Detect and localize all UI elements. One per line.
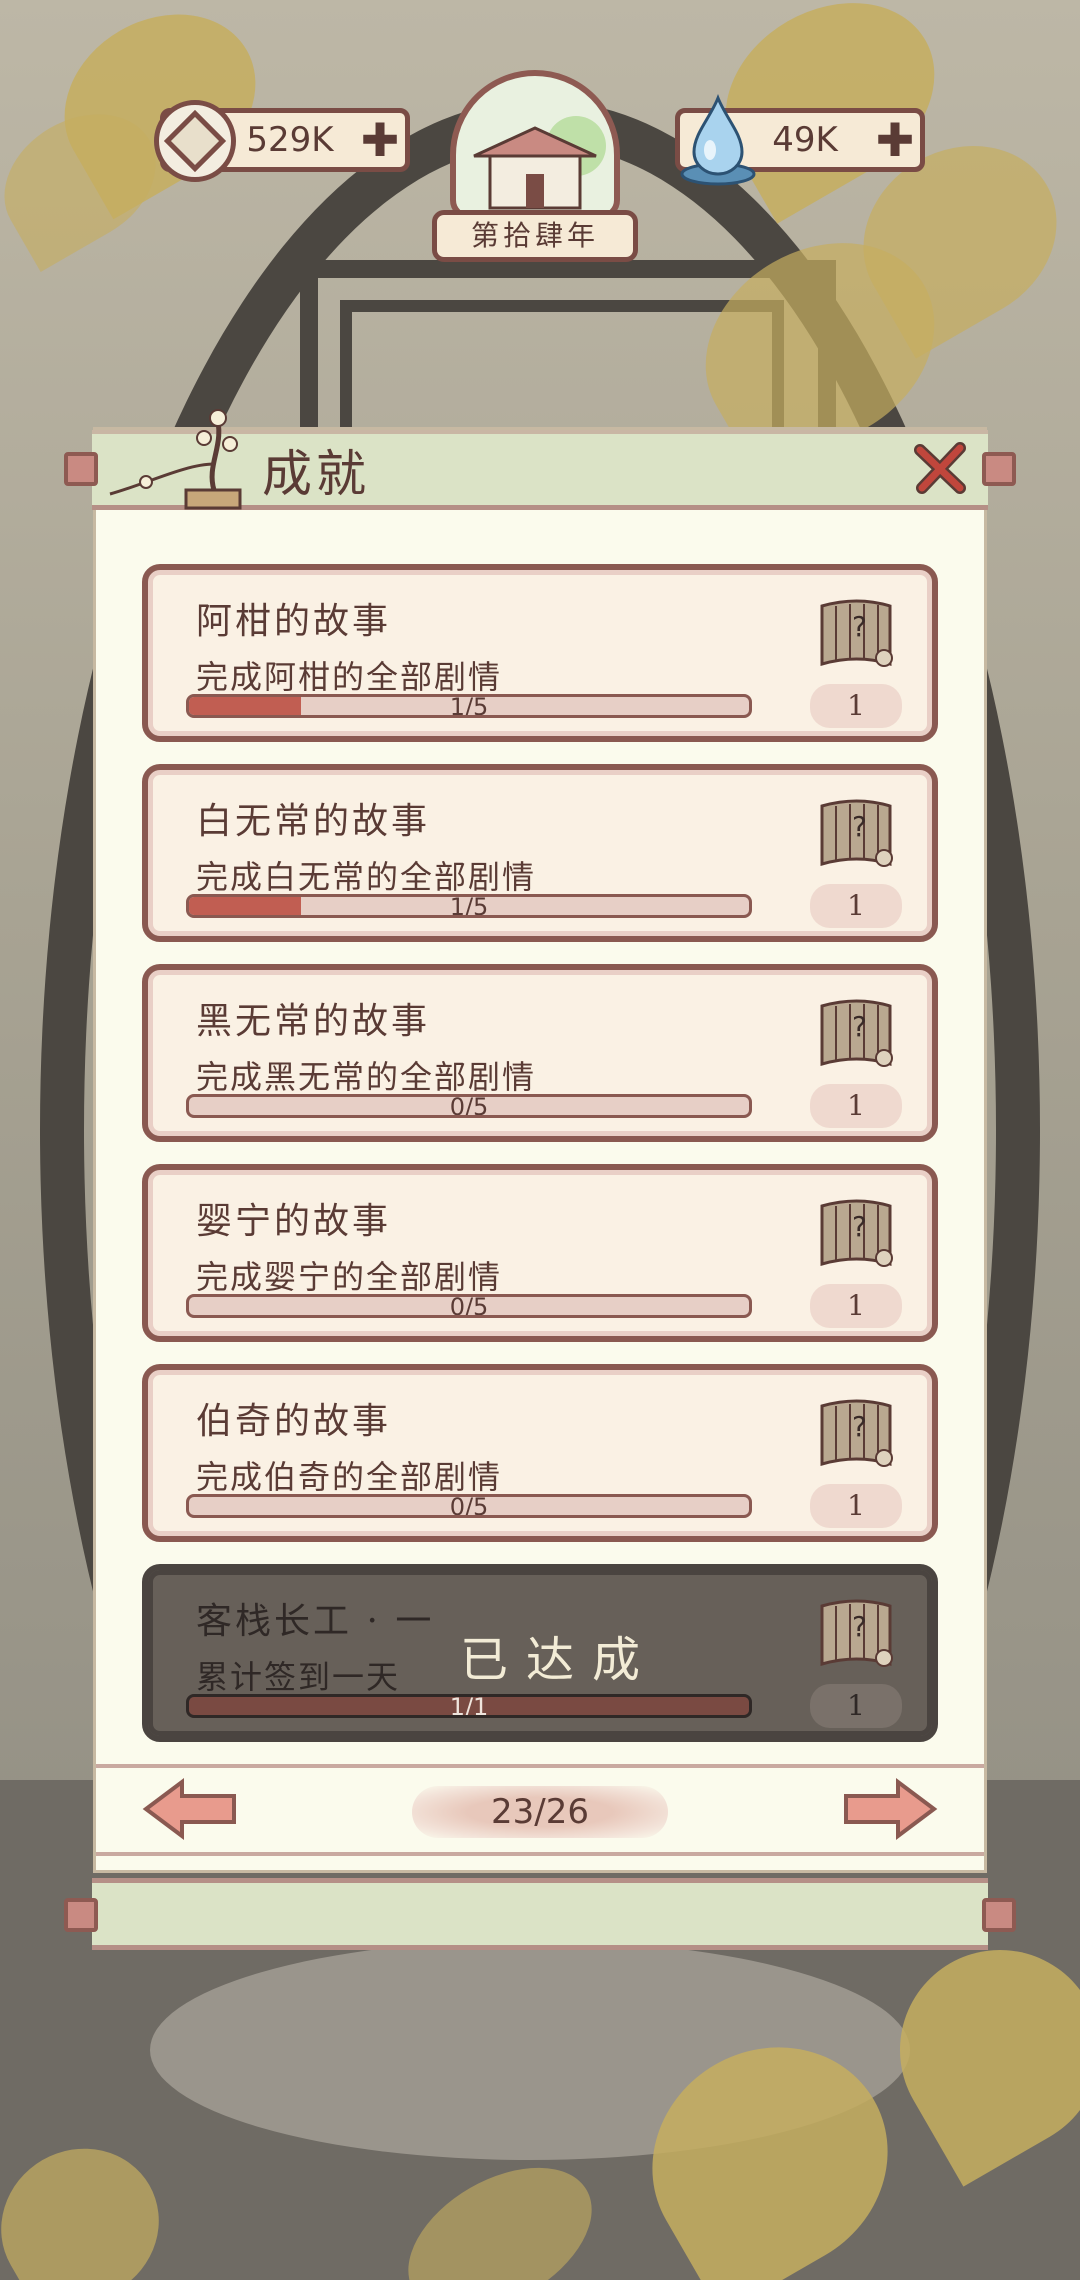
water-drop-icon — [680, 93, 756, 186]
svg-text:?: ? — [852, 1610, 867, 1643]
achievement-desc: 完成黑无常的全部剧情 — [196, 1058, 537, 1096]
close-button[interactable] — [912, 440, 968, 496]
bonsai-icon — [109, 409, 242, 510]
achievement-name: 黑无常的故事 — [196, 1001, 431, 1042]
achievement-desc: 完成婴宁的全部剧情 — [196, 1258, 503, 1296]
reward-scroll-icon: ? — [820, 799, 893, 867]
achievement-card[interactable]: 白无常的故事 完成白无常的全部剧情 1/5 ? 1 — [142, 764, 938, 942]
svg-text:?: ? — [852, 1010, 867, 1043]
svg-text:?: ? — [852, 1410, 867, 1443]
achievement-desc: 完成伯奇的全部剧情 — [196, 1458, 503, 1496]
prev-page-button[interactable] — [142, 1778, 238, 1840]
reward-scroll-icon: ? — [820, 1199, 893, 1267]
next-page-button[interactable] — [842, 1778, 938, 1840]
panel-footer — [92, 1878, 988, 1950]
reward-count: 1 — [810, 1084, 902, 1128]
achievement-desc: 累计签到一天 — [196, 1658, 401, 1696]
progress-text: 0/5 — [449, 1494, 489, 1518]
achievement-card[interactable]: 黑无常的故事 完成黑无常的全部剧情 0/5 ? 1 — [142, 964, 938, 1142]
achievement-name: 白无常的故事 — [196, 801, 431, 842]
progress-text: 0/5 — [449, 1294, 489, 1318]
achievement-card[interactable]: 客栈长工 · 一 累计签到一天 1/1 ? 1 已达成 — [142, 1564, 938, 1742]
achievement-card[interactable]: 阿柑的故事 完成阿柑的全部剧情 1/5 ? 1 — [142, 564, 938, 742]
reward-count: 1 — [810, 884, 902, 928]
progress-text: 0/5 — [449, 1094, 489, 1118]
achievement-name: 婴宁的故事 — [196, 1201, 392, 1242]
progress-text: 1/5 — [449, 694, 489, 718]
reward-scroll-icon: ? — [820, 1399, 893, 1467]
achievement-card[interactable]: 伯奇的故事 完成伯奇的全部剧情 0/5 ? 1 — [142, 1364, 938, 1542]
add-essence-icon[interactable]: ✚ — [870, 115, 920, 165]
achievement-desc: 完成阿柑的全部剧情 — [196, 658, 503, 696]
achievement-card[interactable]: 婴宁的故事 完成婴宁的全部剧情 0/5 ? 1 — [142, 1164, 938, 1342]
add-coins-icon[interactable]: ✚ — [355, 115, 405, 165]
achievement-name: 客栈长工 · 一 — [196, 1601, 435, 1642]
completed-label: 已达成 — [460, 1632, 659, 1688]
progress-bar: 0/5 — [186, 1494, 752, 1518]
reward-count: 1 — [810, 684, 902, 728]
progress-text: 1/5 — [449, 894, 489, 918]
reward-count: 1 — [810, 1484, 902, 1528]
achievement-desc: 完成白无常的全部剧情 — [196, 858, 537, 896]
progress-bar: 0/5 — [186, 1094, 752, 1118]
reward-scroll-icon: ? — [820, 599, 893, 667]
close-icon — [914, 442, 966, 494]
svg-text:?: ? — [852, 810, 867, 843]
progress-bar: 1/5 — [186, 694, 752, 718]
page-indicator: 23/26 — [412, 1786, 668, 1838]
svg-text:?: ? — [852, 610, 867, 643]
year-label: 第拾肆年 — [432, 210, 638, 262]
achievement-name: 阿柑的故事 — [196, 601, 392, 642]
progress-text: 1/1 — [449, 1694, 489, 1718]
panel-title: 成就 — [262, 445, 370, 503]
progress-bar: 0/5 — [186, 1294, 752, 1318]
reward-count: 1 — [810, 1284, 902, 1328]
reward-count: 1 — [810, 1684, 902, 1728]
progress-bar: 1/5 — [186, 894, 752, 918]
reward-scroll-icon: ? — [820, 999, 893, 1067]
coin-icon — [154, 100, 236, 182]
progress-bar: 1/1 — [186, 1694, 752, 1718]
svg-text:?: ? — [852, 1210, 867, 1243]
reward-scroll-icon: ? — [820, 1599, 893, 1667]
achievement-name: 伯奇的故事 — [196, 1401, 392, 1442]
